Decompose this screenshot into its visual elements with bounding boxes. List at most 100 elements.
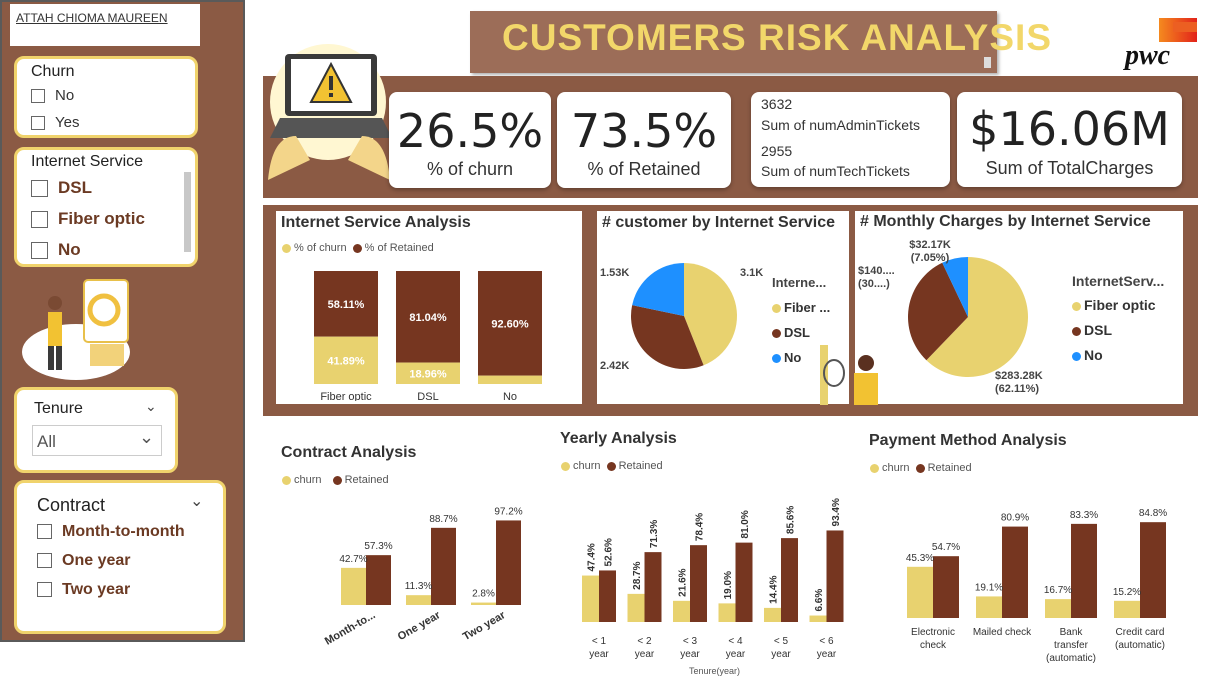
- contract-option-one-year[interactable]: One year: [37, 552, 130, 570]
- data-label: 85.6%: [786, 506, 797, 534]
- category-label: Fiber optic: [320, 391, 372, 401]
- legend-dot: [282, 243, 291, 253]
- tech-tickets-value: 2955: [761, 143, 793, 159]
- legend-item: No: [1072, 343, 1156, 368]
- data-label: 45.3%: [906, 553, 934, 564]
- kpi-retained-card: 73.5% % of Retained: [557, 92, 731, 188]
- category-label: < 4: [728, 636, 743, 647]
- scroll-handle[interactable]: [984, 57, 991, 68]
- legend-label: DSL: [784, 325, 810, 340]
- checkbox[interactable]: [37, 582, 52, 598]
- checkbox[interactable]: [37, 524, 52, 540]
- analyst-illustration: [22, 279, 130, 380]
- checkbox[interactable]: [31, 242, 48, 260]
- legend-label: No: [1084, 347, 1103, 363]
- churn-option-yes[interactable]: Yes: [31, 114, 79, 131]
- bar-retained: [933, 556, 959, 618]
- bar-churn: [718, 603, 736, 622]
- category-label: Electronic: [911, 627, 955, 638]
- churn-slicer-title: Churn: [31, 63, 75, 80]
- checkbox[interactable]: [37, 553, 52, 569]
- internet-option-dsl[interactable]: DSL: [31, 178, 92, 198]
- data-label: 28.7%: [632, 561, 643, 589]
- contract-option-month[interactable]: Month-to-month: [37, 523, 185, 541]
- data-label: (7.05%): [911, 252, 950, 264]
- category-label: year: [771, 649, 791, 660]
- data-label: 2.8%: [472, 589, 495, 600]
- internet-option-fiber[interactable]: Fiber optic: [31, 209, 145, 229]
- yearly-panel: Yearly Analysis churn Retained 47.4% 52.6…: [556, 420, 856, 676]
- kpi-charges-value: $16.06M: [969, 102, 1170, 156]
- bar-retained: [1002, 526, 1028, 618]
- tenure-dropdown[interactable]: All ⌄: [32, 425, 162, 456]
- data-label: 11.3%: [405, 581, 433, 592]
- category-label: transfer: [1054, 640, 1089, 651]
- checkbox[interactable]: [31, 211, 48, 229]
- legend-item: DSL: [1072, 318, 1156, 343]
- data-label: 2.42K: [600, 360, 629, 372]
- category-label: < 1: [592, 636, 607, 647]
- kpi-charges-label: Sum of TotalCharges: [985, 158, 1154, 178]
- bar-retained: [644, 552, 662, 622]
- legend-label: Fiber optic: [1084, 297, 1156, 313]
- bar-churn: [809, 615, 827, 622]
- internet-option-no[interactable]: No: [31, 240, 81, 260]
- checkbox[interactable]: [31, 180, 48, 198]
- chevron-down-icon[interactable]: ⌄: [145, 398, 157, 415]
- legend-item: DSL: [772, 320, 830, 345]
- bar-churn: [907, 566, 933, 618]
- data-label: 81.04%: [409, 312, 447, 324]
- data-label: 58.11%: [328, 299, 365, 311]
- tenure-slicer: Tenure ⌄ All ⌄: [14, 387, 178, 473]
- kpi-retained-value: 73.5%: [570, 104, 718, 158]
- data-label: 83.3%: [1070, 510, 1098, 521]
- scrollbar[interactable]: [184, 172, 191, 252]
- category-label: (automatic): [1046, 653, 1096, 664]
- legend-label: % of churn: [294, 242, 347, 254]
- category-label: year: [817, 649, 837, 660]
- category-label: Two year: [461, 609, 508, 643]
- data-label: $140....: [858, 265, 895, 277]
- kpi-retained-label: % of Retained: [587, 159, 701, 179]
- legend-dot: [772, 354, 781, 364]
- bar-churn: [341, 567, 366, 605]
- yearly-chart: 47.4% 52.6% < 1 year 28.7% 71.3% < 2 year 21.6% 7…: [582, 498, 844, 660]
- data-label: 93.4%: [831, 498, 842, 526]
- category-label: < 3: [683, 636, 698, 647]
- data-label: 18.96%: [409, 368, 447, 380]
- legend-dot: [1072, 326, 1081, 336]
- category-label: < 2: [637, 636, 652, 647]
- kpi-charges-card: $16.06M Sum of TotalCharges: [957, 92, 1182, 187]
- data-label: 3.1K: [740, 267, 763, 279]
- bar-retained: [431, 527, 456, 605]
- bar-churn: [976, 596, 1002, 618]
- tech-tickets-label: Sum of numTechTickets: [761, 163, 910, 179]
- admin-tickets-label: Sum of numAdminTickets: [761, 117, 920, 133]
- category-label: < 5: [774, 636, 789, 647]
- category-label: One year: [396, 609, 443, 643]
- data-label: 14.4%: [769, 575, 780, 603]
- churn-slicer: Churn No Yes: [14, 56, 198, 138]
- bar-retained: [496, 520, 521, 605]
- payment-chart: 45.3%54.7% Electronic check 19.1% 80.9% Maile…: [906, 508, 1167, 664]
- chevron-down-icon[interactable]: ⌄: [190, 491, 203, 511]
- checkbox[interactable]: [31, 89, 45, 104]
- pwc-logo-text: pwc: [1125, 40, 1171, 71]
- category-label: year: [726, 649, 746, 660]
- legend-label: DSL: [1084, 322, 1112, 338]
- bar-retained: [1140, 522, 1166, 618]
- data-label: 16.7%: [1044, 585, 1072, 596]
- contract-slicer: Contract ⌄ Month-to-month One year Two y…: [14, 480, 226, 634]
- contract-option-two-year[interactable]: Two year: [37, 581, 130, 599]
- data-label: 21.6%: [678, 568, 689, 596]
- category-label: DSL: [417, 391, 438, 401]
- bar-retained: [599, 570, 616, 622]
- category-label: year: [589, 649, 609, 660]
- churn-option-no[interactable]: No: [31, 87, 74, 104]
- chevron-down-icon[interactable]: ⌄: [139, 427, 154, 448]
- internet-analysis-panel: Internet Service Analysis % of churn % o…: [276, 211, 582, 404]
- data-label: 80.9%: [1001, 513, 1029, 524]
- bar-churn: [406, 595, 431, 605]
- checkbox[interactable]: [31, 116, 45, 131]
- category-label: No: [503, 391, 517, 401]
